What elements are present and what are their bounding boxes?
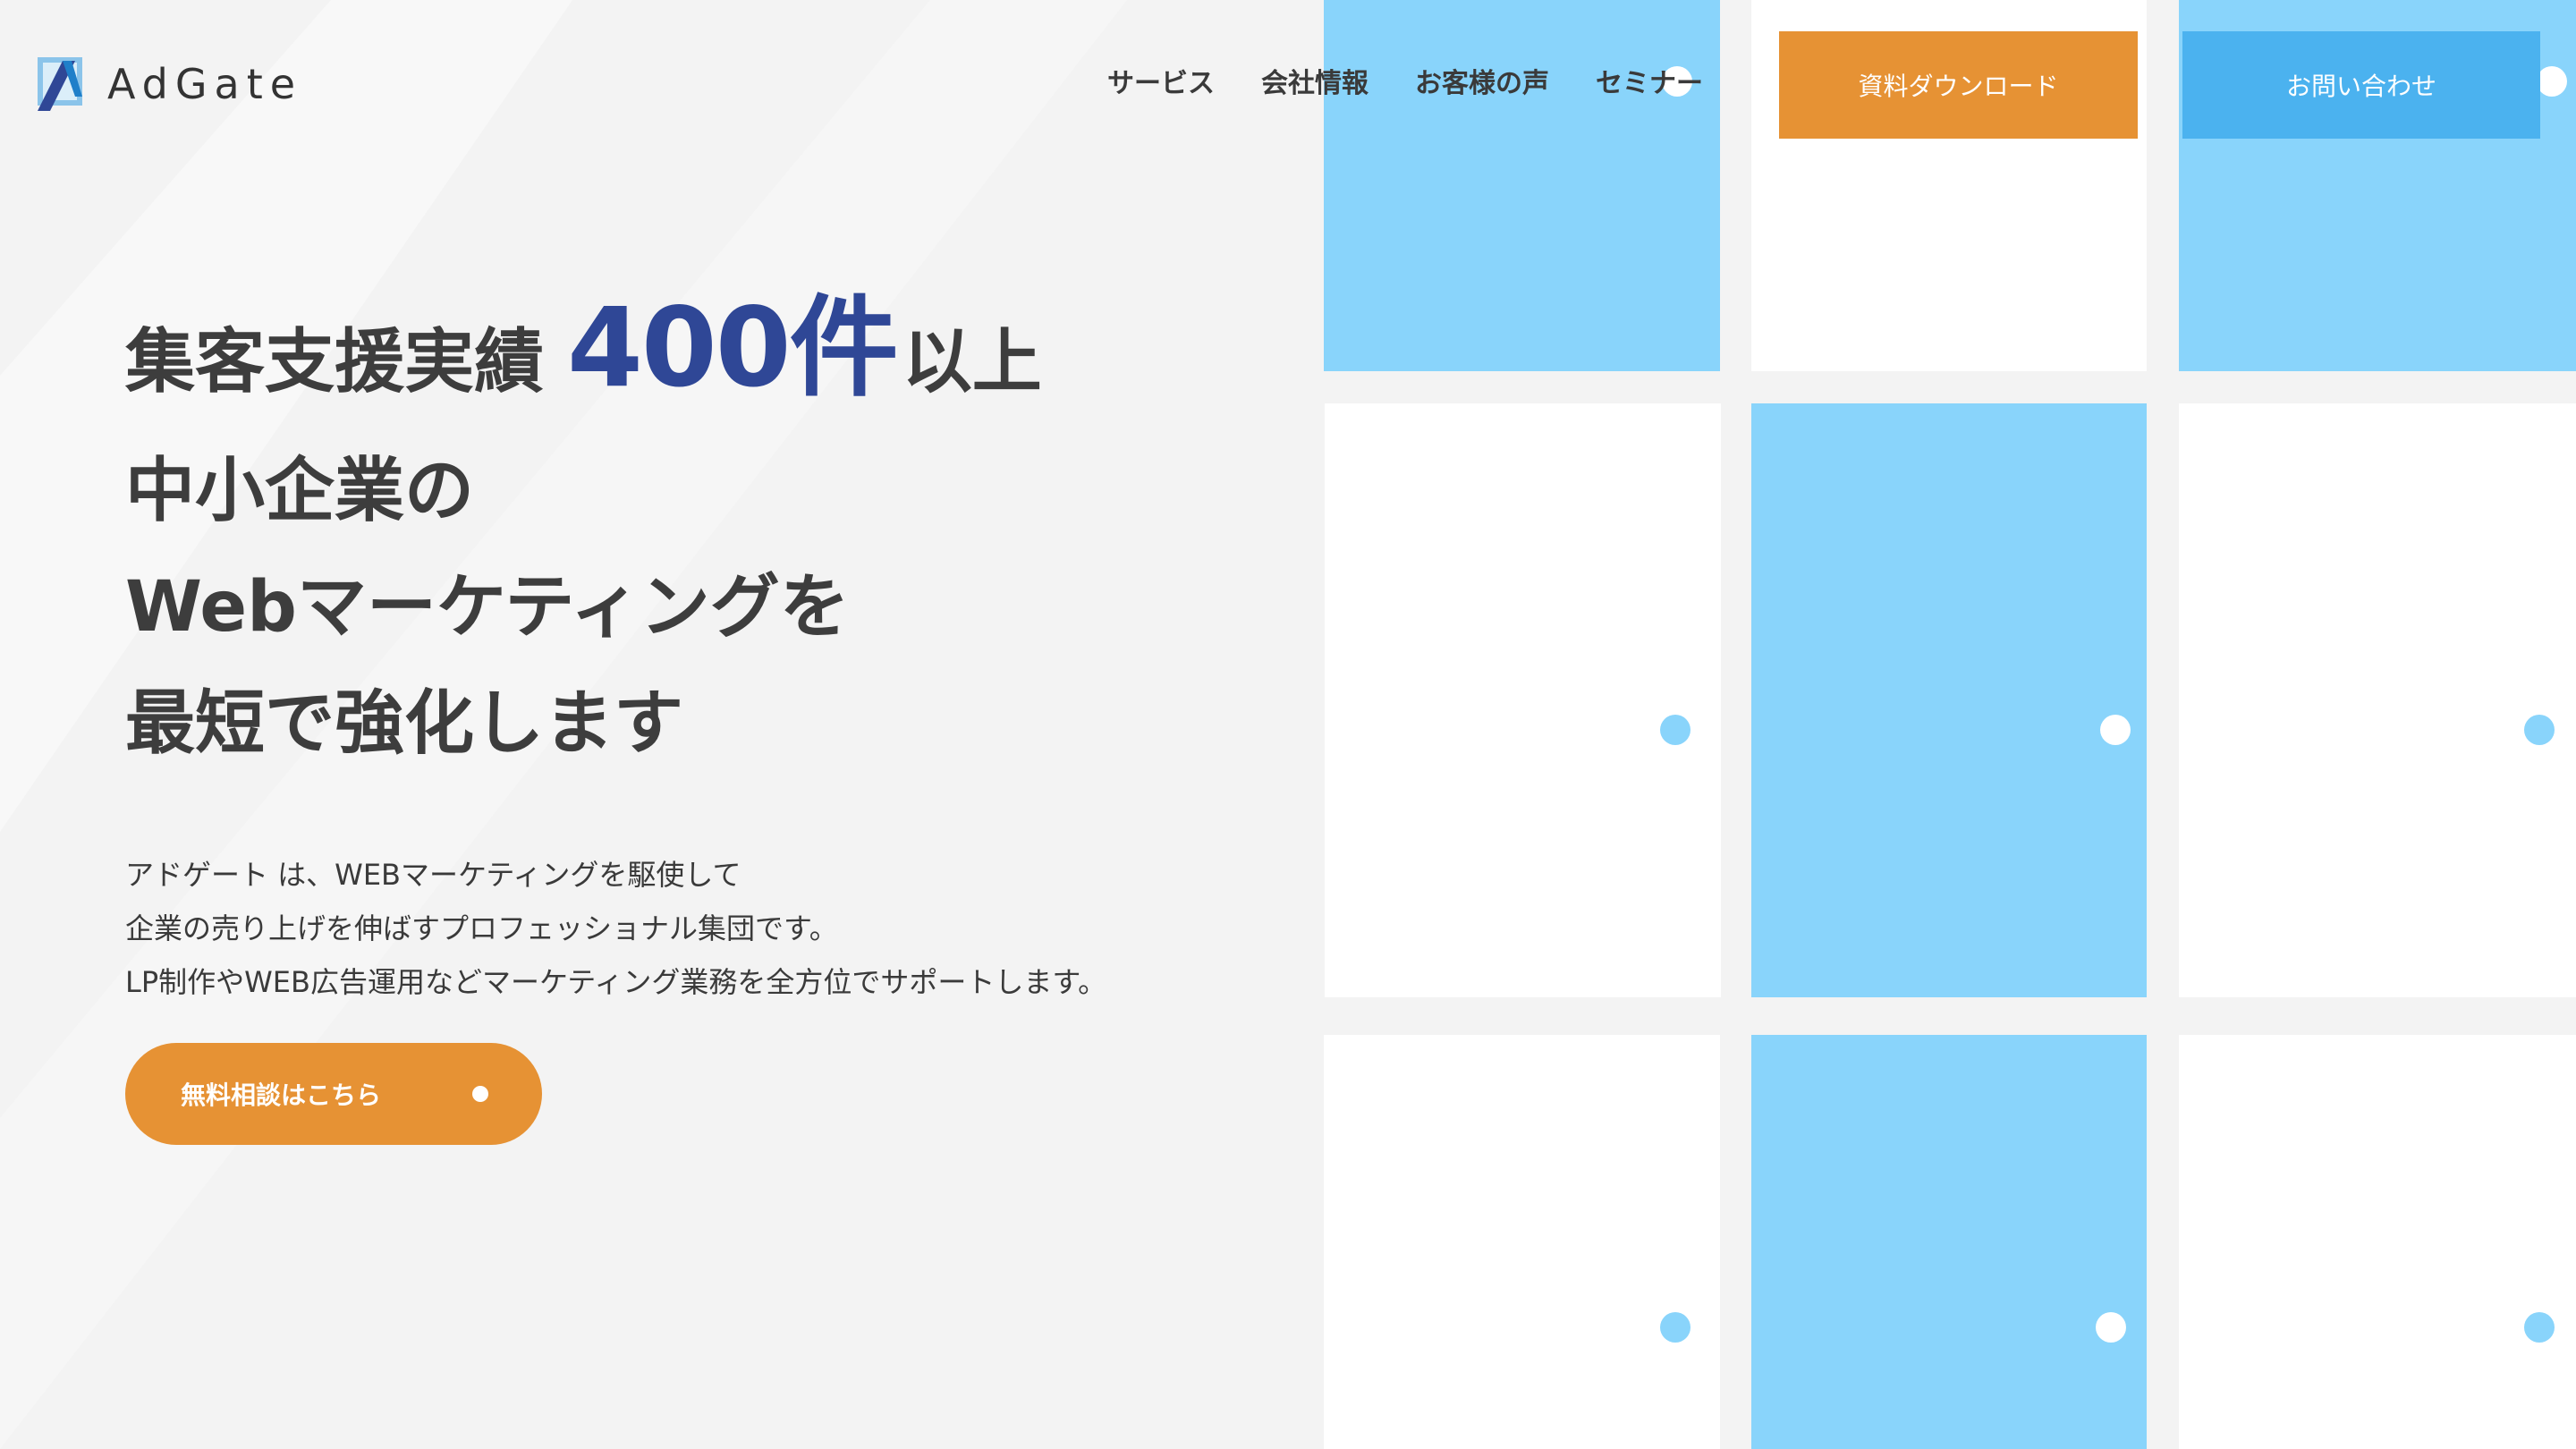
tile-dot-icon	[2524, 1312, 2555, 1343]
download-materials-button[interactable]: 資料ダウンロード	[1779, 31, 2138, 139]
hero-line-1-pre: 集客支援実績	[125, 322, 545, 402]
free-consultation-button[interactable]: 無料相談はこちら	[125, 1043, 542, 1145]
grid-tile	[2179, 403, 2576, 997]
nav-item-testimonials[interactable]: お客様の声	[1415, 63, 1549, 106]
hero-line-4: 最短で強化します	[125, 683, 684, 764]
grid-tile	[1751, 403, 2147, 997]
tile-dot-icon	[2537, 66, 2567, 97]
grid-tile	[1324, 1035, 1720, 1449]
main-nav: サービス 会社情報 お客様の声 セミナー	[1107, 63, 1703, 106]
nav-item-company[interactable]: 会社情報	[1261, 63, 1368, 106]
cta-dot-icon	[472, 1086, 488, 1102]
description-line: 企業の売り上げを伸ばすプロフェッショナル集団です。	[125, 911, 838, 945]
grid-tile	[1325, 403, 1721, 997]
nav-item-seminar[interactable]: セミナー	[1596, 63, 1703, 106]
hero-description: アドゲート は、WEBマーケティングを駆使して 企業の売り上げを伸ばすプロフェッ…	[125, 848, 1106, 1009]
adgate-logo-icon	[38, 57, 82, 111]
description-line: LP制作やWEB広告運用などマーケティング業務を全方位でサポートします。	[125, 965, 1107, 999]
nav-item-services[interactable]: サービス	[1107, 63, 1215, 106]
hero-line-1: 集客支援実績 400件 以上	[125, 284, 1042, 429]
brand-name: AdGate	[107, 60, 303, 108]
hero-line-3: Webマーケティングを	[125, 567, 850, 648]
cta-label: 無料相談はこちら	[181, 1080, 382, 1110]
tile-dot-icon	[2096, 1312, 2126, 1343]
hero-accent-count: 400件	[567, 284, 899, 411]
tile-dot-icon	[1660, 715, 1690, 745]
grid-tile	[1751, 1035, 2147, 1449]
tile-dot-icon	[2100, 715, 2131, 745]
tile-dot-icon	[2524, 715, 2555, 745]
contact-button[interactable]: お問い合わせ	[2182, 31, 2540, 139]
hero-heading: 集客支援実績 400件 以上 中小企業の Webマーケティングを 最短で強化しま…	[125, 284, 1042, 764]
grid-tile	[2179, 1035, 2576, 1449]
tile-dot-icon	[1660, 1312, 1690, 1343]
description-line: アドゲート は、WEBマーケティングを駆使して	[125, 858, 741, 892]
hero-line-2: 中小企業の	[125, 451, 475, 531]
hero-line-1-post: 以上	[902, 322, 1042, 402]
brand-logo[interactable]: AdGate	[36, 55, 302, 113]
grid-tile	[1324, 0, 1720, 371]
